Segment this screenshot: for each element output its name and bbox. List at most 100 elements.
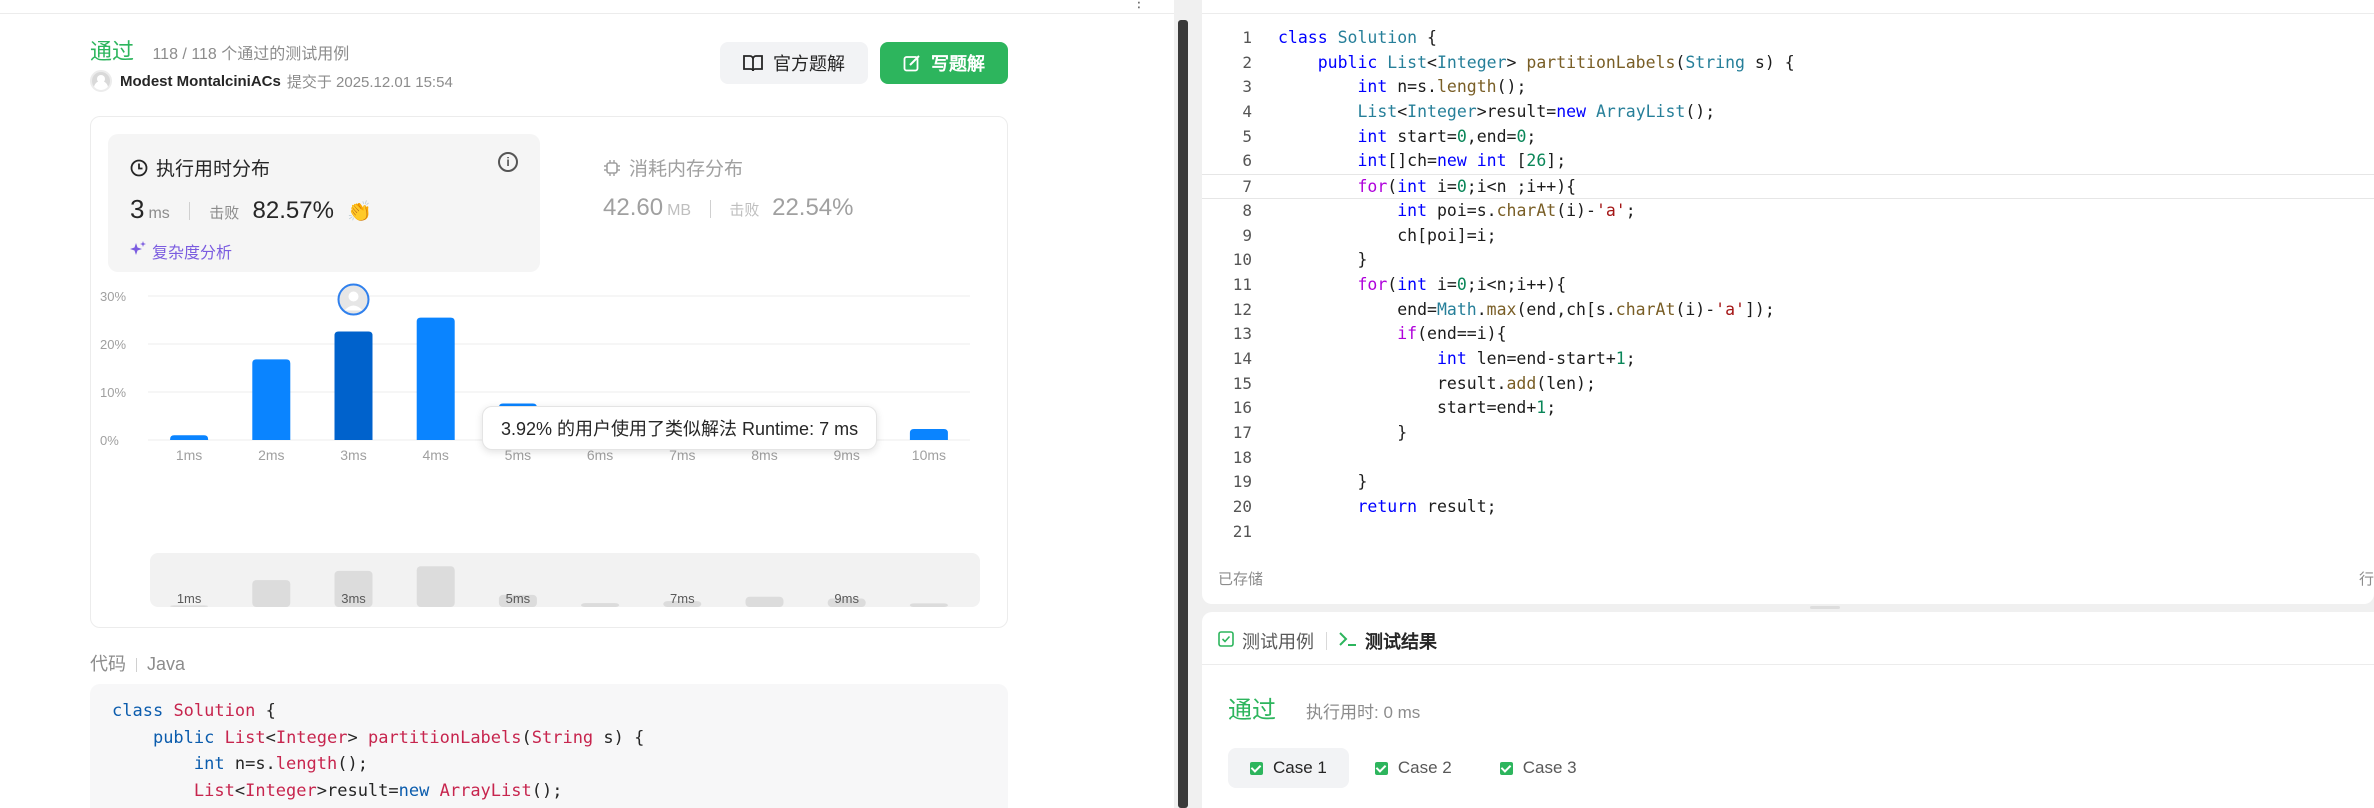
code-line: public List<Integer> partitionLabels(Str… [152,727,645,748]
x-tick-label: 4ms [422,447,448,463]
line-code: List<Integer>result=new ArrayList(); [1357,102,1716,122]
test-status: 通过 [1228,697,1276,724]
x-tick-label: 10ms [912,447,946,463]
chip-icon [603,159,621,177]
runtime-beat-value: 82.57% [252,197,334,224]
divider [709,199,711,218]
editor-line[interactable]: 13 if(end==i){ [1202,322,2374,347]
memory-value: 42.60 [603,194,664,221]
line-number: 15 [1232,373,1252,393]
code-line: int n=s.length(); [193,754,368,774]
line-code: ch[poi]=i; [1278,225,1497,245]
editor-line[interactable]: 16 start=end+1; [1202,396,2374,421]
editor-line[interactable]: 20 return result; [1202,495,2374,520]
user-name[interactable]: Modest MontalciniACs [120,73,281,90]
line-code: int len=end-start+1; [1436,348,1636,368]
chart-bar [252,359,291,440]
editor-line[interactable]: 14 int len=end-start+1; [1202,347,2374,372]
check-icon [1250,761,1263,775]
memory-unit: MB [667,202,692,219]
editor-line[interactable]: 11 for(int i=0;i<n;i++){ [1202,273,2374,298]
chart-tooltip: 3.92% 的用户使用了类似解法 Runtime: 7 ms [482,406,878,450]
editor-line[interactable]: 3 int n=s.length(); [1202,75,2374,100]
line-number: 2 [1242,52,1252,72]
editor-line[interactable]: 8 int poi=s.charAt(i)-'a'; [1202,199,2374,224]
code-language: Java [147,654,186,674]
case-tab-1[interactable]: Case 1 [1228,748,1349,788]
test-panel: 测试用例 测试结果 通过 执行用时: 0 ms Case 1 Case 2 Ca… [1202,612,2374,808]
editor-line[interactable]: 9 ch[poi]=i; [1202,224,2374,249]
runtime-value-row: 3 ms 击败 82.57% 👏 [130,194,372,225]
y-tick-label: 10% [100,385,126,400]
clock-icon [130,159,148,177]
terminal-icon [1339,631,1357,652]
memory-box[interactable]: 消耗内存分布 42.60 MB 击败 22.54% [581,134,981,272]
more-icon[interactable]: ⋮ [1132,0,1146,11]
editor-line[interactable]: 12 end=Math.max(end,ch[s.charAt(i)-'a'])… [1202,298,2374,323]
line-number: 18 [1232,447,1252,467]
tab-test-cases-label: 测试用例 [1242,632,1314,652]
write-solution-button[interactable]: 写题解 [880,42,1008,84]
resize-grip[interactable] [1810,606,1840,609]
overview-bar [252,580,291,607]
line-number: 21 [1232,521,1252,541]
editor-line[interactable]: 10 } [1202,248,2374,273]
divider [136,658,137,673]
line-code: start=end+1; [1278,398,1557,418]
overview-tick-label: 9ms [834,591,859,606]
submitted-code-block[interactable]: class Solution { public List<Integer> pa… [90,684,1008,808]
line-number: 6 [1242,151,1252,171]
editor-line[interactable]: 7 for(int i=0;i<n ;i++){ [1202,174,2374,199]
book-icon [743,54,763,72]
runtime-title-text: 执行用时分布 [156,159,271,180]
editor-line[interactable]: 2 public List<Integer> partitionLabels(S… [1202,51,2374,76]
line-code: result.add(len); [1278,373,1596,393]
chart-bar [909,428,948,440]
overview-bar [581,603,620,607]
editor-line[interactable]: 1 class Solution { [1202,26,2374,51]
line-number: 16 [1232,398,1252,418]
editor-line[interactable]: 19 } [1202,470,2374,495]
info-icon[interactable]: i [498,152,518,172]
editor-code-area[interactable]: 1 class Solution {2 public List<Integer> … [1202,26,2374,544]
case-label: Case 3 [1522,758,1577,777]
complexity-analysis-link[interactable]: 复杂度分析 [130,239,232,263]
overview-tick-label: 1ms [177,591,202,606]
editor-line[interactable]: 21 [1202,520,2374,545]
clap-icon: 👏 [347,201,373,223]
line-number: 8 [1242,200,1252,220]
editor-line[interactable]: 17 } [1202,421,2374,446]
panel-resizer[interactable] [1174,0,1194,808]
tab-test-result[interactable]: 测试结果 [1339,628,1437,654]
tab-separator [1326,632,1327,650]
line-number: 7 [1242,177,1252,197]
editor-test-resizer[interactable] [1202,604,2374,612]
tabs-divider [1202,664,2374,665]
runtime-box[interactable]: 执行用时分布 i 3 ms 击败 82.57% 👏 复杂度分析 [108,134,540,272]
code-label: 代码 [90,654,126,674]
tab-test-cases[interactable]: 测试用例 [1218,628,1314,654]
official-solution-button[interactable]: 官方题解 [720,42,868,84]
editor-line[interactable]: 6 int[]ch=new int [26]; [1202,149,2374,174]
case-tab-2[interactable]: Case 2 [1353,748,1474,788]
editor-line[interactable]: 15 result.add(len); [1202,372,2374,397]
check-icon [1374,761,1388,775]
case-tabs: Case 1 Case 2 Case 3 [1228,748,1603,788]
line-code: int[]ch=new int [26]; [1357,151,1567,171]
code-editor[interactable]: 1 class Solution {2 public List<Integer> … [1202,0,2374,604]
editor-line[interactable]: 4 List<Integer>result=new ArrayList(); [1202,100,2374,125]
avatar[interactable] [90,70,112,92]
line-code: public List<Integer> partitionLabels(Str… [1317,52,1795,72]
line-number: 13 [1232,324,1252,344]
line-code: for(int i=0;i<n ;i++){ [1357,177,1577,197]
scrollbar[interactable] [1178,20,1188,808]
editor-line[interactable]: 5 int start=0,end=0; [1202,125,2374,150]
line-code: return result; [1357,497,1497,517]
editor-line[interactable]: 18 [1202,446,2374,471]
case-tab-3[interactable]: Case 3 [1478,748,1599,788]
resize-handle[interactable] [1178,0,1190,808]
y-tick-label: 20% [100,337,126,352]
checkbox-icon [1218,630,1234,652]
x-tick-label: 2ms [258,447,284,463]
line-number: 11 [1232,274,1252,294]
